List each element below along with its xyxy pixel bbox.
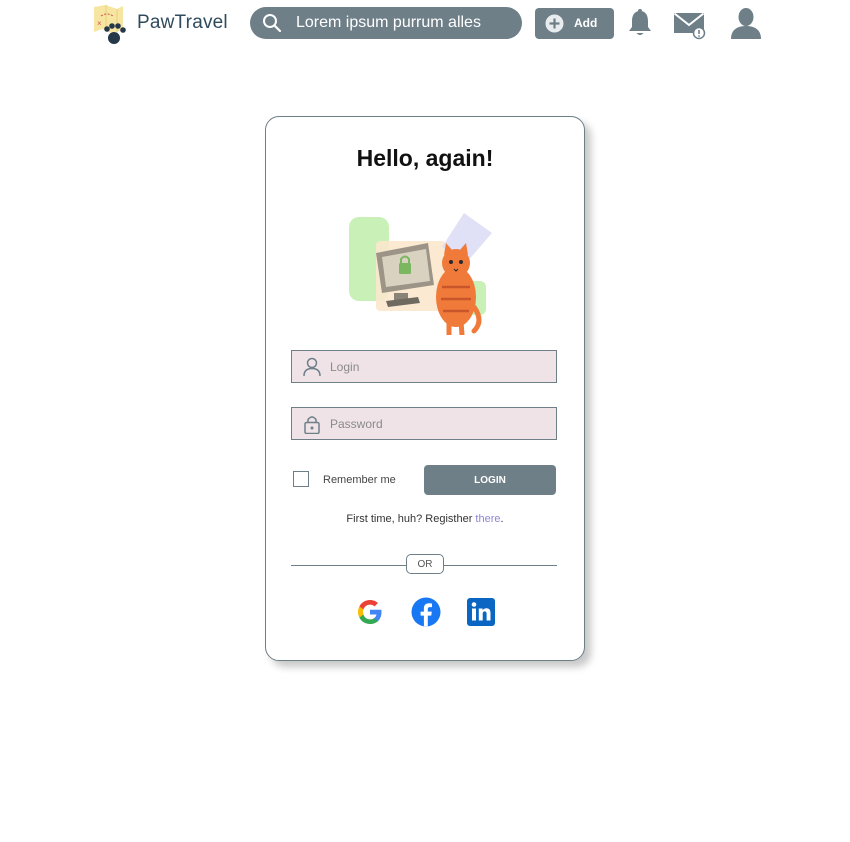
mail-alert-icon[interactable] xyxy=(673,10,707,40)
add-button[interactable]: Add xyxy=(535,8,614,39)
login-field[interactable] xyxy=(291,350,557,383)
login-card: Hello, again! Login Remember me LOGIN Fi… xyxy=(265,116,585,661)
add-button-label: Add xyxy=(574,16,598,30)
logo-icon[interactable]: × xyxy=(93,4,135,46)
login-input[interactable] xyxy=(330,357,545,376)
search-bar[interactable] xyxy=(250,7,522,39)
register-link[interactable]: there xyxy=(475,513,500,525)
user-icon[interactable] xyxy=(729,6,763,40)
linkedin-icon[interactable] xyxy=(466,597,496,627)
login-button[interactable]: LOGIN xyxy=(424,465,556,495)
brand-name[interactable]: PawTravel xyxy=(137,12,228,34)
register-prompt-suffix: . xyxy=(500,513,504,525)
remember-me-checkbox[interactable] xyxy=(293,471,309,487)
or-label: OR xyxy=(406,554,444,574)
remember-me-label[interactable]: Remember me xyxy=(323,474,396,486)
user-outline-icon xyxy=(302,357,322,377)
search-input[interactable] xyxy=(296,12,512,34)
google-icon[interactable] xyxy=(355,597,385,627)
register-prompt-text: First time, huh? Registher xyxy=(346,513,476,525)
padlock-icon xyxy=(302,414,322,435)
facebook-icon[interactable] xyxy=(411,597,441,627)
bell-icon[interactable] xyxy=(626,8,654,38)
cat-computer-illustration xyxy=(346,211,506,338)
password-input[interactable] xyxy=(330,414,545,433)
plus-circle-icon xyxy=(545,14,564,33)
search-icon[interactable] xyxy=(262,13,282,33)
password-field[interactable] xyxy=(291,407,557,440)
card-title: Hello, again! xyxy=(356,145,494,171)
svg-text:×: × xyxy=(97,19,102,28)
register-prompt: First time, huh? Registher there. xyxy=(266,513,584,525)
